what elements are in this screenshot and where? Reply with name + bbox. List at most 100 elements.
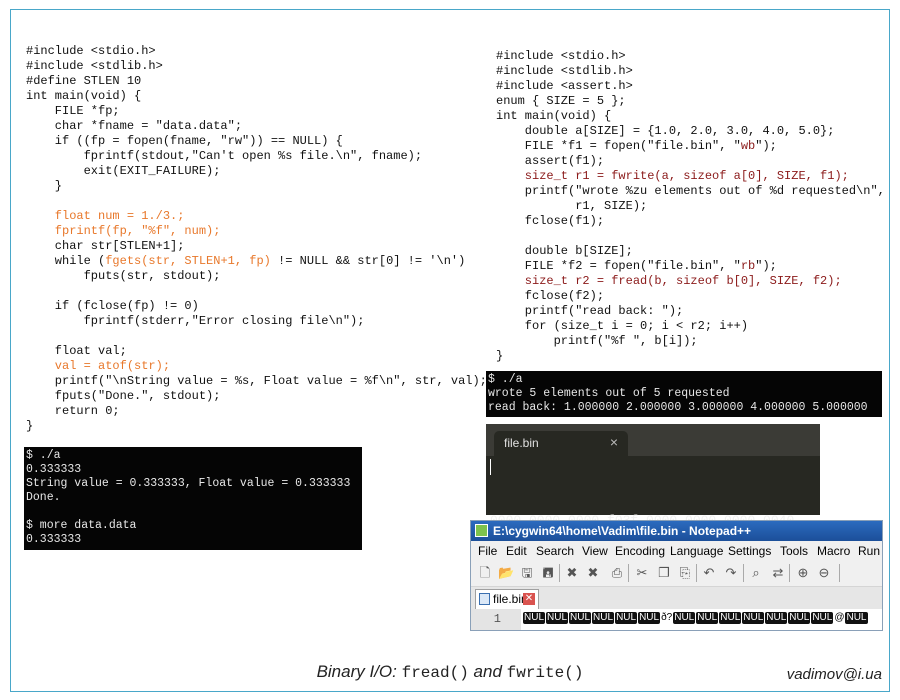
code-line: while (fgets(str, STLEN+1, fp) != NULL &…	[26, 254, 487, 269]
console-output-text-io: $ ./a 0.333333 String value = 0.333333, Fl…	[24, 447, 362, 550]
line-number-gutter: 1	[471, 609, 521, 630]
caption-func-fwrite: fwrite()	[506, 664, 584, 682]
code-line: #include <stdio.h>	[496, 49, 885, 64]
control-char-nul: NUL	[719, 612, 742, 624]
toolbar-separator	[628, 564, 629, 582]
code-line: if ((fp = fopen(fname, "rw")) == NULL) {	[26, 134, 487, 149]
save-icon[interactable]: 🖫	[519, 565, 535, 581]
menu-language[interactable]: Language	[670, 544, 723, 558]
code-token: if ((fp = fopen(fname, "rw")) == NULL) {	[26, 134, 343, 148]
code-line: fprintf(stdout,"Can't open %s file.\n", …	[26, 149, 487, 164]
menu-edit[interactable]: Edit	[506, 544, 527, 558]
code-token: #include <stdio.h>	[496, 49, 626, 63]
code-line: fclose(f2);	[496, 289, 885, 304]
save-all-icon[interactable]: 🖪	[540, 565, 556, 581]
console-line: read back: 1.000000 2.000000 3.000000 4.…	[488, 401, 868, 414]
notepadpp-editor[interactable]: 1 NUL NUL NUL NUL NUL NUL ð? NUL NUL NUL NUL NUL NUL…	[471, 609, 882, 630]
console-line: 0.333333	[26, 463, 82, 476]
cut-icon[interactable]: ✂	[634, 565, 650, 581]
find-icon[interactable]: ⌕	[748, 565, 764, 581]
replace-icon[interactable]: ⇄	[770, 565, 786, 581]
code-line: #include <stdlib.h>	[496, 64, 885, 79]
code-line: fputs(str, stdout);	[26, 269, 487, 284]
console-line: wrote 5 elements out of 5 requested	[488, 387, 730, 400]
menu-run[interactable]: Run	[858, 544, 880, 558]
file-icon	[479, 593, 490, 605]
code-token: }	[26, 179, 63, 193]
toolbar-separator	[696, 564, 697, 582]
code-token: while (	[26, 254, 106, 268]
code-highlight: rb	[740, 259, 756, 273]
caption-func-fread: fread()	[401, 664, 469, 682]
code-line: char str[STLEN+1];	[26, 239, 487, 254]
code-line: if (fclose(fp) != 0)	[26, 299, 487, 314]
menu-search[interactable]: Search	[536, 544, 574, 558]
close-all-icon[interactable]: ✖	[585, 565, 601, 581]
code-highlight: val = atof(str);	[26, 359, 171, 373]
code-token: fprintf(stdout,"Can't open %s file.\n", …	[26, 149, 423, 163]
code-token: if (fclose(fp) != 0)	[26, 299, 199, 313]
code-token: }	[26, 419, 34, 433]
code-line: char *fname = "data.data";	[26, 119, 487, 134]
redo-icon[interactable]: ↷	[723, 565, 739, 581]
menu-view[interactable]: View	[582, 544, 608, 558]
notepadpp-tabbar: file.bin ✕	[471, 587, 882, 609]
code-line: #define STLEN 10	[26, 74, 487, 89]
menu-encoding[interactable]: Encoding	[615, 544, 665, 558]
code-highlight: size_t r1 = fwrite(a, sizeof a[0], SIZE,…	[496, 169, 849, 183]
code-line: size_t r2 = fread(b, sizeof b[0], SIZE, …	[496, 274, 885, 289]
menu-file[interactable]: File	[478, 544, 497, 558]
menu-settings[interactable]: Settings	[728, 544, 771, 558]
code-highlight: fgets(str, STLEN+1, fp)	[105, 254, 271, 268]
code-line: assert(f1);	[496, 154, 885, 169]
code-line: FILE *f1 = fopen("file.bin", "wb");	[496, 139, 885, 154]
console-line: 0.333333	[26, 533, 82, 546]
notepadpp-window: E:\cygwin64\home\Vadim\file.bin - Notepa…	[470, 520, 883, 631]
code-listing-text-io: #include <stdio.h> #include <stdlib.h> #de…	[26, 44, 487, 434]
open-file-icon[interactable]: 📂	[498, 565, 514, 581]
code-token: FILE *f2 = fopen("file.bin", "	[496, 259, 741, 273]
line-number: 1	[493, 612, 501, 626]
notepadpp-menubar: File Edit Search View Encoding Language Settin…	[471, 541, 882, 560]
close-icon[interactable]: ✖	[564, 565, 580, 581]
code-token: enum { SIZE = 5 };	[496, 94, 626, 108]
code-highlight: wb	[740, 139, 756, 153]
code-token: ");	[755, 139, 777, 153]
toolbar-separator	[839, 564, 840, 582]
code-line: }	[26, 419, 487, 434]
code-token: for (size_t i = 0; i < r2; i++)	[496, 319, 749, 333]
console-line: $ ./a	[26, 449, 61, 462]
console-line: Done.	[26, 491, 61, 504]
new-file-icon[interactable]: 🗋	[477, 565, 493, 581]
paste-icon[interactable]: ⎘	[677, 565, 693, 581]
menu-macro[interactable]: Macro	[817, 544, 850, 558]
toolbar-separator	[559, 564, 560, 582]
code-line: fclose(f1);	[496, 214, 885, 229]
code-token: float val;	[26, 344, 127, 358]
undo-icon[interactable]: ↶	[701, 565, 717, 581]
zoom-out-icon[interactable]: ⊖	[816, 565, 832, 581]
code-line: #include <stdio.h>	[26, 44, 487, 59]
control-char-nul: NUL	[811, 612, 834, 624]
code-token: #include <stdlib.h>	[496, 64, 633, 78]
code-line: double a[SIZE] = {1.0, 2.0, 3.0, 4.0, 5.…	[496, 124, 885, 139]
notepadpp-tab-file-bin[interactable]: file.bin ✕	[475, 589, 539, 609]
notepadpp-line-content[interactable]: NUL NUL NUL NUL NUL NUL ð? NUL NUL NUL NUL NUL NUL NU…	[523, 612, 869, 624]
print-icon[interactable]: ⎙	[609, 565, 625, 581]
zoom-in-icon[interactable]: ⊕	[795, 565, 811, 581]
control-char-nul: NUL	[742, 612, 765, 624]
hex-tab-close-icon[interactable]: ×	[610, 434, 618, 450]
hex-viewer-tab[interactable]: file.bin ×	[494, 431, 628, 456]
code-line: exit(EXIT_FAILURE);	[26, 164, 487, 179]
copy-icon[interactable]: ❐	[656, 565, 672, 581]
console-line: String value = 0.333333, Float value = 0…	[26, 477, 351, 490]
code-line: double b[SIZE];	[496, 244, 885, 259]
control-char-nul: NUL	[615, 612, 638, 624]
tab-close-icon[interactable]: ✕	[523, 593, 535, 605]
menu-tools[interactable]: Tools	[780, 544, 808, 558]
code-token: FILE *f1 = fopen("file.bin", "	[496, 139, 741, 153]
code-line: fprintf(fp, "%f", num);	[26, 224, 487, 239]
code-line: r1, SIZE);	[496, 199, 885, 214]
